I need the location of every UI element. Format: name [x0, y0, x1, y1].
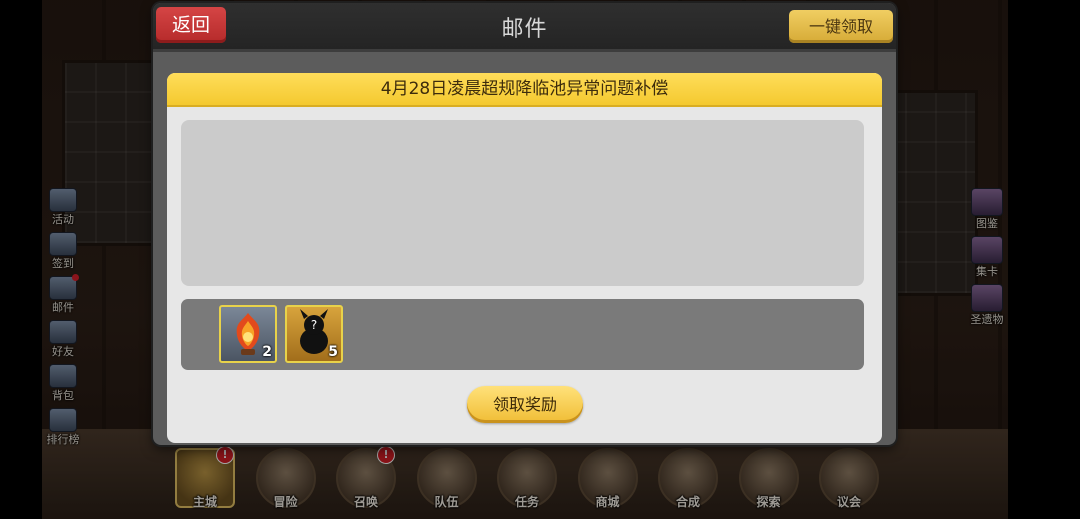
mail-header: 返回 邮件 一键领取	[153, 3, 896, 52]
mail-subject: 4月28日凌晨超规降临池异常问题补偿	[167, 73, 882, 107]
reward-list: 2 ? 5	[181, 299, 864, 370]
dialog-title: 邮件	[501, 17, 548, 42]
reward-item[interactable]: ? 5	[285, 305, 343, 363]
mail-body	[181, 120, 864, 286]
reward-item[interactable]: 2	[219, 305, 277, 363]
mail-card: 4月28日凌晨超规降临池异常问题补偿 2 ? 5 领取奖励	[167, 73, 882, 443]
claim-all-button[interactable]: 一键领取	[789, 10, 893, 43]
reward-count: 5	[328, 344, 338, 360]
reward-count: 2	[262, 344, 272, 360]
svg-text:?: ?	[311, 318, 317, 332]
mail-dialog: 返回 邮件 一键领取 4月28日凌晨超规降临池异常问题补偿 2 ? 5 领取奖励	[153, 3, 896, 445]
claim-reward-button[interactable]: 领取奖励	[467, 386, 583, 423]
